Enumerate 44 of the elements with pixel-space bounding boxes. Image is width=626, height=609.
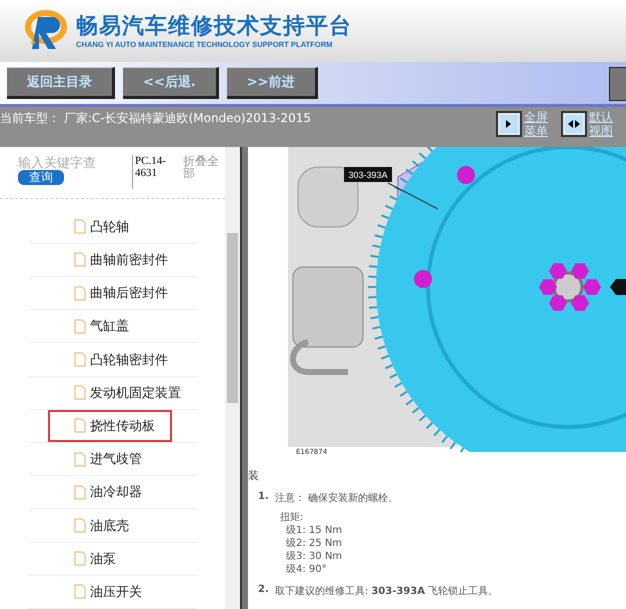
torque-label: 扭矩: [280, 511, 304, 524]
site-title: 畅易汽车维修技术支持平台 [76, 14, 352, 40]
document-icon [74, 551, 86, 566]
document-icon [74, 584, 86, 600]
torque-value: 级1: 15 Nm [285, 524, 344, 537]
tool-number-label: 303-393A [344, 167, 392, 182]
document-icon [74, 418, 86, 434]
document-icon [74, 352, 86, 368]
torque-value: 级3: 30 Nm [285, 550, 344, 563]
tree-item[interactable]: 油底壳 [48, 510, 139, 542]
document-icon [74, 452, 86, 467]
tree-item[interactable]: 油泵 [48, 542, 126, 575]
document-icon [74, 318, 86, 334]
torque-value: 级4: 90° [285, 563, 328, 576]
document-icon [74, 484, 86, 500]
document-icon [74, 219, 86, 234]
tree-item[interactable]: 挠性传动板 [48, 410, 172, 442]
view-toggle-icon[interactable] [561, 111, 587, 137]
step-text: 取下建议的维修工具: 303-393A 飞轮锁止工具。 [274, 584, 498, 598]
tree-item[interactable]: 发动机固定装置 [48, 376, 191, 409]
step-text: 注意： 确保安装新的螺栓。 [274, 492, 398, 505]
step-number: 1. [258, 491, 269, 504]
search-field[interactable]: 输入关键字查 [18, 155, 118, 170]
tree-item[interactable]: 油压开关 [48, 576, 152, 608]
document-icon [74, 385, 86, 400]
tree-item[interactable]: 气缸盖 [48, 310, 139, 342]
current-vehicle: 当前车型： 厂家:C-长安福特蒙迪欧(Mondeo)2013-2015 [0, 110, 312, 127]
document-icon [74, 286, 86, 301]
search-button[interactable]: 查询 [18, 170, 64, 185]
scrollbar[interactable] [225, 147, 240, 609]
view-toggle-icon[interactable] [496, 111, 522, 137]
step-number: 2. [258, 584, 269, 597]
section-heading: 装 [248, 468, 260, 483]
document-icon [74, 518, 86, 534]
torque-value: 级2: 25 Nm [285, 537, 344, 550]
tree-item[interactable]: 曲轴前密封件 [48, 244, 178, 276]
code-label: PC.14-4631 [132, 155, 177, 189]
tree-item[interactable]: 进气歧管 [48, 443, 152, 476]
tree-item[interactable]: 油冷却器 [48, 476, 152, 508]
toolbar-button[interactable] [609, 67, 626, 101]
tree-item[interactable]: 曲轴后密封件 [48, 277, 178, 310]
document-icon [74, 252, 86, 268]
tree-item[interactable]: 凸轮轴 [48, 210, 139, 243]
tree-item[interactable]: 凸轮轴密封件 [48, 344, 178, 376]
